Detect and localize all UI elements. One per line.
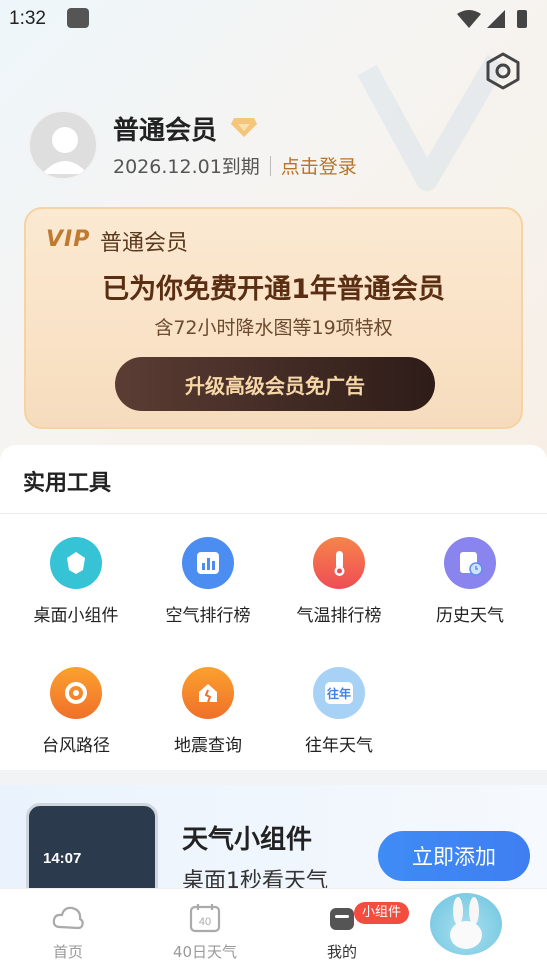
divider [0,513,547,514]
tool-history-weather[interactable]: 历史天气 [410,537,530,637]
tool-desktop-widget[interactable]: 桌面小组件 [16,537,136,637]
status-time: 1:32 [9,8,46,29]
rabbit-mascot-icon [450,897,482,949]
tab-40-day[interactable]: 40 40日天气 [137,889,273,972]
add-widget-button[interactable]: 立即添加 [378,831,530,881]
tool-past-year-weather[interactable]: 往年 往年天气 [279,667,399,767]
tab-label: 40日天气 [172,943,238,961]
tools-title: 实用工具 [23,471,112,496]
widget-icon [50,537,102,589]
login-link[interactable]: 点击登录 [281,152,357,179]
tool-earthquake[interactable]: 地震查询 [148,667,268,767]
user-name: 普通会员 [113,116,218,146]
calendar-40-icon-text: 40 [199,916,211,928]
typhoon-icon [50,667,102,719]
wifi-icon [457,10,481,28]
tool-air-ranking[interactable]: 空气排行榜 [148,537,268,637]
status-icons [457,10,527,28]
expire-date: 2026.12.01到期 [113,156,260,178]
widget-promo-title: 天气小组件 [182,825,313,855]
vip-headline: 已为你免费开通1年普通会员 [102,274,445,305]
tools-panel: 实用工具 桌面小组件 空气排行榜 气温排行榜 历史天气 台风路径 地震查询 往年… [0,445,547,770]
signal-icon [487,10,505,28]
vip-subline: 含72小时降水图等19项特权 [154,317,393,339]
tool-label: 台风路径 [42,736,110,756]
profile-icon [330,908,354,930]
tool-typhoon-path[interactable]: 台风路径 [16,667,136,767]
past-year-icon: 往年 [313,667,365,719]
divider [269,155,271,176]
tab-home[interactable]: 首页 [0,889,136,972]
thermometer-icon [313,537,365,589]
notification-icon [67,8,89,28]
tab-label: 我的 [326,943,357,961]
settings-icon[interactable] [484,52,522,90]
earthquake-icon [182,667,234,719]
tool-label: 历史天气 [436,606,504,626]
mascot-float-button[interactable] [430,893,502,955]
vip-level: 普通会员 [100,231,189,256]
widget-badge: 小组件 [354,902,410,924]
calendar-40-icon: 40 [189,904,221,933]
calendar-clock-icon [444,537,496,589]
avatar[interactable] [28,110,98,180]
diamond-icon [231,118,257,137]
tab-label: 首页 [52,943,83,961]
membership-expire-row: 2026.12.01到期 点击登录 [113,152,357,179]
tool-label: 气温排行榜 [296,606,382,626]
vip-card[interactable]: VIP 普通会员 已为你免费开通1年普通会员 含72小时降水图等19项特权 升级… [24,207,523,429]
battery-icon [517,10,527,28]
upgrade-vip-button[interactable]: 升级高级会员免广告 [115,357,435,411]
status-bar: 1:32 [0,0,547,38]
tool-label: 空气排行榜 [165,606,251,626]
tool-label: 往年天气 [305,736,373,756]
bar-chart-icon [182,537,234,589]
tool-label: 地震查询 [174,736,242,756]
tool-temp-ranking[interactable]: 气温排行榜 [279,537,399,637]
home-cloud-icon [52,906,84,930]
widget-promo-card[interactable]: 14:07 天气小组件 桌面1秒看天气 立即添加 [0,785,547,913]
phone-preview-time: 14:07 [43,850,82,867]
svg-text:往年: 往年 [327,686,351,701]
tool-label: 桌面小组件 [33,606,119,626]
vip-logo: VIP [46,227,91,252]
